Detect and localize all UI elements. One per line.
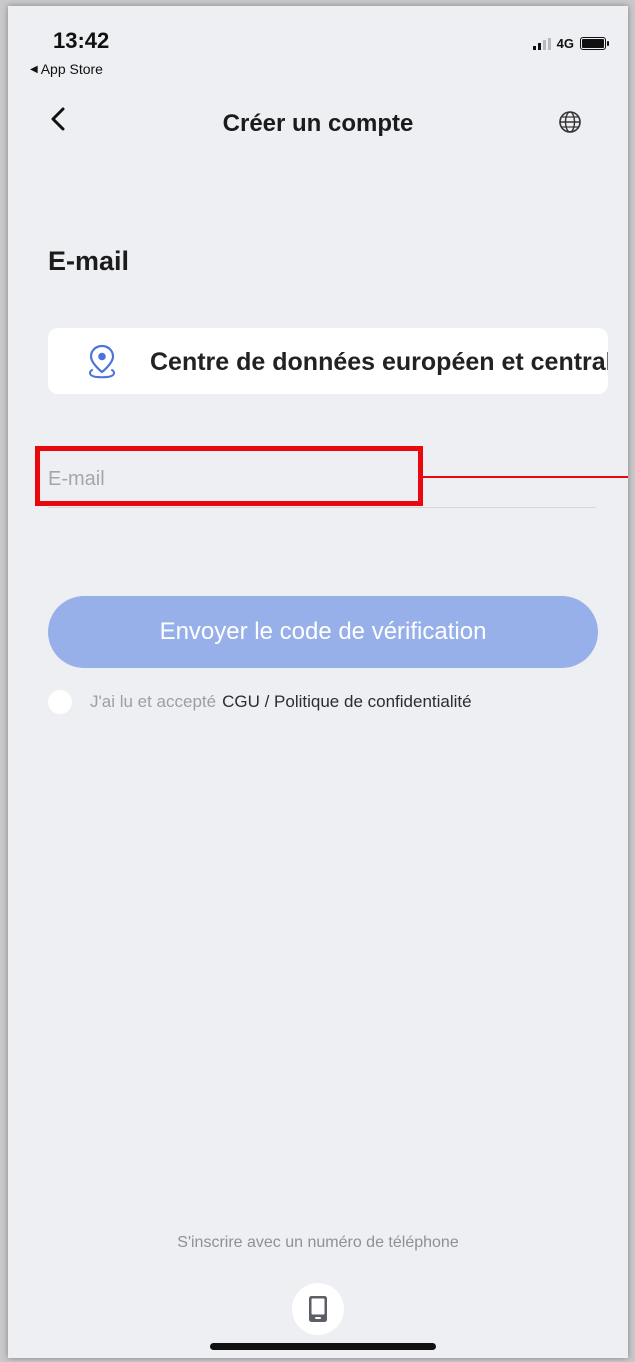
back-triangle-icon: ◀	[30, 63, 38, 75]
back-to-app-store-link[interactable]: ◀ App Store	[30, 61, 103, 77]
phone-signup-label: S'inscrire avec un numéro de téléphone	[177, 1234, 459, 1251]
location-pin-icon	[88, 344, 116, 379]
back-to-app-label: App Store	[40, 61, 103, 77]
region-label: Centre de données européen et central	[150, 348, 608, 376]
network-type: 4G	[556, 36, 574, 51]
terms-checkbox[interactable]	[48, 690, 72, 714]
page-title: Créer un compte	[222, 110, 414, 137]
status-indicators: 4G	[532, 36, 609, 51]
battery-icon	[580, 37, 609, 50]
home-indicator	[210, 1343, 436, 1350]
region-selector[interactable]: Centre de données européen et central	[48, 328, 608, 394]
annotation-pointer-line	[423, 476, 628, 478]
terms-prefix: J'ai lu et accepté	[90, 692, 217, 711]
mobile-phone-icon	[309, 1296, 327, 1322]
send-verification-code-button[interactable]: Envoyer le code de vérification	[48, 596, 598, 668]
status-time: 13:42	[53, 28, 110, 53]
app-screen: 13:42 ◀ App Store 4G Créer un compte E-m…	[8, 6, 628, 1358]
globe-icon[interactable]	[558, 110, 582, 134]
terms-privacy-link[interactable]: CGU / Politique de confidentialité	[222, 692, 471, 712]
terms-agreement: J'ai lu et accepté CGU / Politique de co…	[48, 690, 472, 714]
phone-signup-button[interactable]	[292, 1283, 344, 1335]
form-heading: E-mail	[48, 246, 130, 276]
annotation-highlight-box	[35, 446, 423, 506]
signal-icon	[532, 37, 551, 50]
